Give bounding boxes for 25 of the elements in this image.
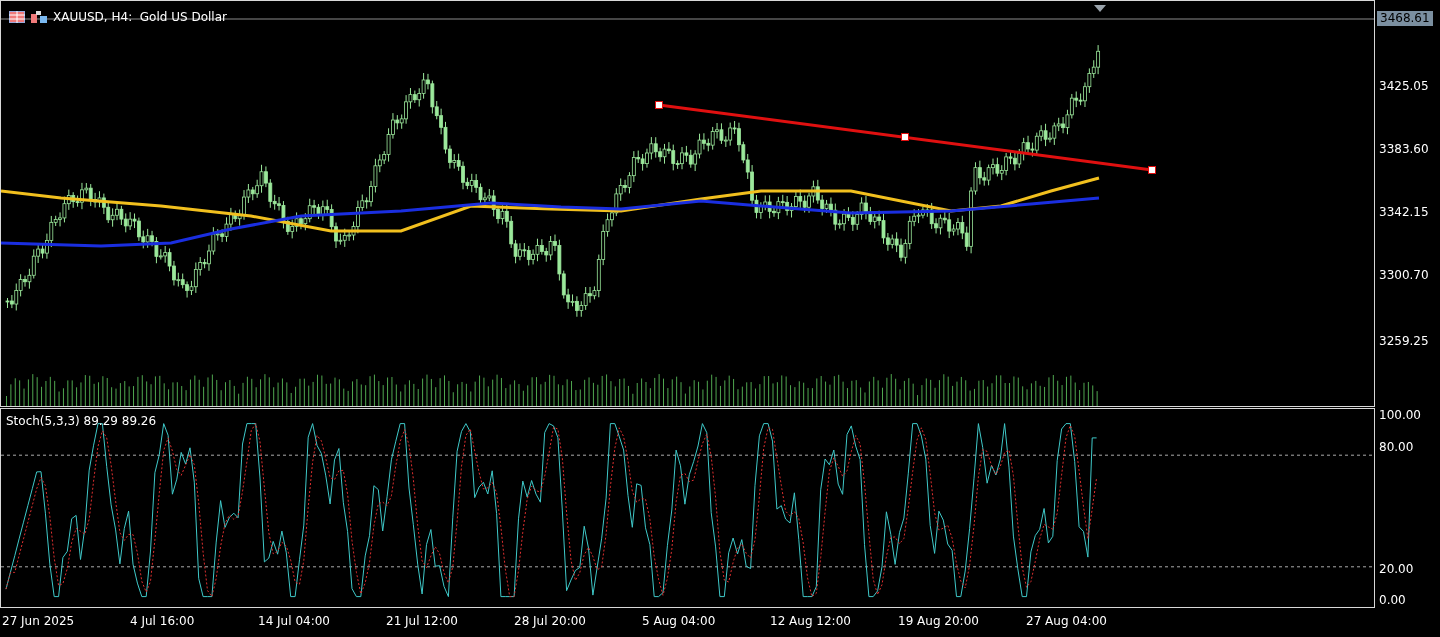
chart-title: XAUUSD, H4: Gold US Dollar: [53, 10, 227, 24]
time-axis-label: 27 Aug 04:00: [1026, 614, 1107, 628]
indicator-axis-label: 20.00: [1379, 562, 1414, 576]
current-price-label: 3468.61: [1377, 11, 1433, 26]
price-axis-label: 3342.15: [1379, 205, 1429, 219]
price-marker-icon: [1094, 5, 1106, 12]
time-axis-label: 5 Aug 04:00: [642, 614, 716, 628]
price-axis-label: 3425.05: [1379, 79, 1429, 93]
time-axis-label: 12 Aug 12:00: [770, 614, 851, 628]
time-axis-label: 14 Jul 04:00: [258, 614, 330, 628]
time-axis-label: 27 Jun 2025: [2, 614, 75, 628]
time-axis-label: 28 Jul 20:00: [514, 614, 586, 628]
price-axis-label: 3300.70: [1379, 268, 1429, 282]
indicator-axis-label: 0.00: [1379, 593, 1406, 607]
time-axis-label: 19 Aug 20:00: [898, 614, 979, 628]
trend-line[interactable]: [655, 101, 1156, 174]
time-axis-label: 21 Jul 12:00: [386, 614, 458, 628]
price-axis-label: 3259.25: [1379, 334, 1429, 348]
bar-chart-icon: [31, 11, 47, 23]
grid-icon: [9, 11, 25, 23]
indicator-axis-label: 100.00: [1379, 408, 1421, 422]
indicator-axis-label: 80.00: [1379, 440, 1414, 454]
indicator-label: Stoch(5,3,3) 89.29 89.26: [6, 414, 157, 428]
price-axis-label: 3383.60: [1379, 142, 1429, 156]
time-axis-label: 4 Jul 16:00: [130, 614, 195, 628]
